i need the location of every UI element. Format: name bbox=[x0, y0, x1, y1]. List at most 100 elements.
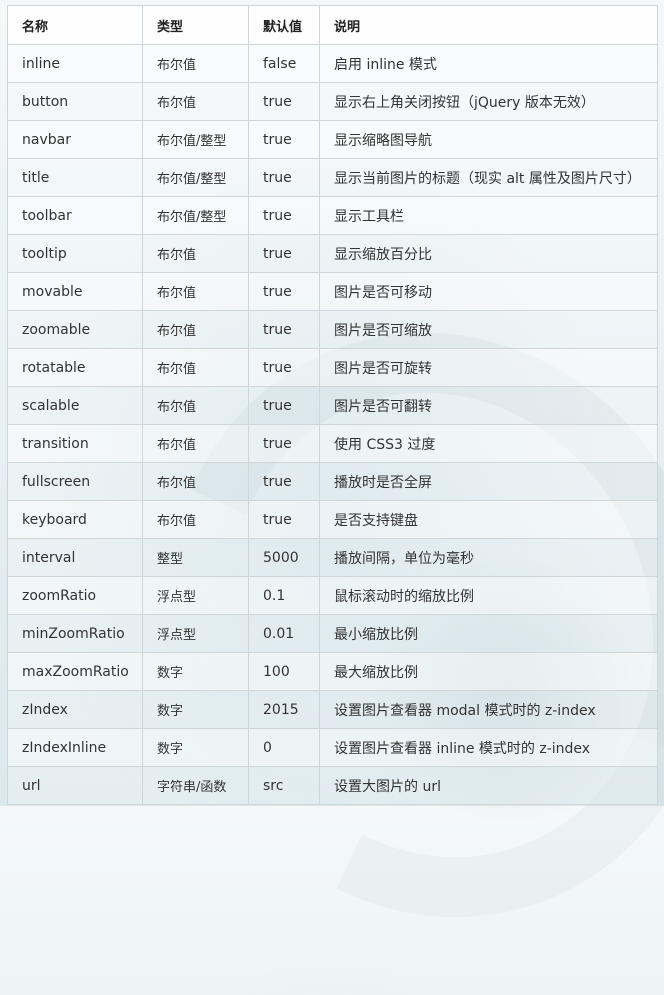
cell-default: src bbox=[248, 766, 320, 805]
cell-default: 0 bbox=[248, 728, 320, 767]
cell-description: 显示右上角关闭按钮（jQuery 版本无效） bbox=[319, 82, 658, 121]
cell-description: 设置图片查看器 modal 模式时的 z-index bbox=[319, 690, 658, 729]
cell-description: 图片是否可旋转 bbox=[319, 348, 658, 387]
cell-description: 图片是否可移动 bbox=[319, 272, 658, 311]
cell-name: minZoomRatio bbox=[7, 614, 143, 653]
table-row: rotatable 布尔值 true 图片是否可旋转 bbox=[7, 348, 658, 387]
cell-description: 设置大图片的 url bbox=[319, 766, 658, 805]
cell-description: 启用 inline 模式 bbox=[319, 44, 658, 83]
cell-type: 布尔值 bbox=[142, 272, 249, 311]
header-default: 默认值 bbox=[248, 5, 320, 45]
cell-type: 布尔值 bbox=[142, 348, 249, 387]
cell-type: 数字 bbox=[142, 652, 249, 691]
cell-type: 布尔值 bbox=[142, 44, 249, 83]
cell-default: true bbox=[248, 158, 320, 197]
cell-name: zoomRatio bbox=[7, 576, 143, 615]
cell-description: 显示工具栏 bbox=[319, 196, 658, 235]
cell-default: true bbox=[248, 500, 320, 539]
table-row: tooltip 布尔值 true 显示缩放百分比 bbox=[7, 234, 658, 273]
cell-name: navbar bbox=[7, 120, 143, 159]
table-row: minZoomRatio 浮点型 0.01 最小缩放比例 bbox=[7, 614, 658, 653]
cell-description: 显示缩放百分比 bbox=[319, 234, 658, 273]
table-row: title 布尔值/整型 true 显示当前图片的标题（现实 alt 属性及图片尺寸） bbox=[7, 158, 658, 197]
cell-name: url bbox=[7, 766, 143, 805]
cell-type: 布尔值/整型 bbox=[142, 158, 249, 197]
cell-description: 显示当前图片的标题（现实 alt 属性及图片尺寸） bbox=[319, 158, 658, 197]
cell-type: 布尔值 bbox=[142, 386, 249, 425]
cell-description: 显示缩略图导航 bbox=[319, 120, 658, 159]
table-row: keyboard 布尔值 true 是否支持键盘 bbox=[7, 500, 658, 539]
cell-description: 最大缩放比例 bbox=[319, 652, 658, 691]
cell-type: 浮点型 bbox=[142, 614, 249, 653]
cell-default: true bbox=[248, 310, 320, 349]
table-row: toolbar 布尔值/整型 true 显示工具栏 bbox=[7, 196, 658, 235]
header-description: 说明 bbox=[319, 5, 658, 45]
cell-name: maxZoomRatio bbox=[7, 652, 143, 691]
cell-type: 布尔值/整型 bbox=[142, 196, 249, 235]
cell-description: 设置图片查看器 inline 模式时的 z-index bbox=[319, 728, 658, 767]
cell-default: true bbox=[248, 82, 320, 121]
cell-name: inline bbox=[7, 44, 143, 83]
cell-type: 布尔值 bbox=[142, 234, 249, 273]
cell-description: 播放时是否全屏 bbox=[319, 462, 658, 501]
cell-default: 2015 bbox=[248, 690, 320, 729]
cell-default: 5000 bbox=[248, 538, 320, 577]
cell-default: false bbox=[248, 44, 320, 83]
cell-name: button bbox=[7, 82, 143, 121]
cell-type: 布尔值/整型 bbox=[142, 120, 249, 159]
cell-name: rotatable bbox=[7, 348, 143, 387]
cell-default: true bbox=[248, 234, 320, 273]
options-table: 名称 类型 默认值 说明 inline 布尔值 false 启用 inline 模式 b… bbox=[7, 5, 658, 805]
cell-description: 是否支持键盘 bbox=[319, 500, 658, 539]
cell-type: 布尔值 bbox=[142, 462, 249, 501]
cell-name: transition bbox=[7, 424, 143, 463]
cell-type: 整型 bbox=[142, 538, 249, 577]
cell-name: keyboard bbox=[7, 500, 143, 539]
cell-description: 鼠标滚动时的缩放比例 bbox=[319, 576, 658, 615]
cell-description: 最小缩放比例 bbox=[319, 614, 658, 653]
cell-name: scalable bbox=[7, 386, 143, 425]
table-row: url 字符串/函数 src 设置大图片的 url bbox=[7, 766, 658, 805]
cell-name: toolbar bbox=[7, 196, 143, 235]
cell-type: 布尔值 bbox=[142, 82, 249, 121]
cell-name: tooltip bbox=[7, 234, 143, 273]
cell-type: 数字 bbox=[142, 690, 249, 729]
cell-default: true bbox=[248, 348, 320, 387]
cell-type: 布尔值 bbox=[142, 310, 249, 349]
table-header-row: 名称 类型 默认值 说明 bbox=[7, 5, 658, 45]
cell-type: 数字 bbox=[142, 728, 249, 767]
cell-default: 100 bbox=[248, 652, 320, 691]
header-type: 类型 bbox=[142, 5, 249, 45]
table-row: navbar 布尔值/整型 true 显示缩略图导航 bbox=[7, 120, 658, 159]
cell-description: 图片是否可翻转 bbox=[319, 386, 658, 425]
table-row: zoomRatio 浮点型 0.1 鼠标滚动时的缩放比例 bbox=[7, 576, 658, 615]
cell-description: 图片是否可缩放 bbox=[319, 310, 658, 349]
cell-description: 使用 CSS3 过度 bbox=[319, 424, 658, 463]
header-name: 名称 bbox=[7, 5, 143, 45]
cell-name: fullscreen bbox=[7, 462, 143, 501]
cell-default: true bbox=[248, 462, 320, 501]
cell-default: true bbox=[248, 120, 320, 159]
table-row: zoomable 布尔值 true 图片是否可缩放 bbox=[7, 310, 658, 349]
table-row: zIndexInline 数字 0 设置图片查看器 inline 模式时的 z-ind… bbox=[7, 728, 658, 767]
table-row: movable 布尔值 true 图片是否可移动 bbox=[7, 272, 658, 311]
table-row: fullscreen 布尔值 true 播放时是否全屏 bbox=[7, 462, 658, 501]
cell-name: zoomable bbox=[7, 310, 143, 349]
cell-default: true bbox=[248, 196, 320, 235]
cell-default: true bbox=[248, 424, 320, 463]
cell-type: 布尔值 bbox=[142, 424, 249, 463]
table-row: zIndex 数字 2015 设置图片查看器 modal 模式时的 z-index bbox=[7, 690, 658, 729]
cell-type: 字符串/函数 bbox=[142, 766, 249, 805]
table-row: scalable 布尔值 true 图片是否可翻转 bbox=[7, 386, 658, 425]
cell-name: title bbox=[7, 158, 143, 197]
table-row: transition 布尔值 true 使用 CSS3 过度 bbox=[7, 424, 658, 463]
cell-name: zIndexInline bbox=[7, 728, 143, 767]
cell-default: 0.01 bbox=[248, 614, 320, 653]
cell-name: interval bbox=[7, 538, 143, 577]
table-row: maxZoomRatio 数字 100 最大缩放比例 bbox=[7, 652, 658, 691]
cell-name: movable bbox=[7, 272, 143, 311]
table-row: button 布尔值 true 显示右上角关闭按钮（jQuery 版本无效） bbox=[7, 82, 658, 121]
cell-default: true bbox=[248, 386, 320, 425]
cell-default: 0.1 bbox=[248, 576, 320, 615]
cell-default: true bbox=[248, 272, 320, 311]
